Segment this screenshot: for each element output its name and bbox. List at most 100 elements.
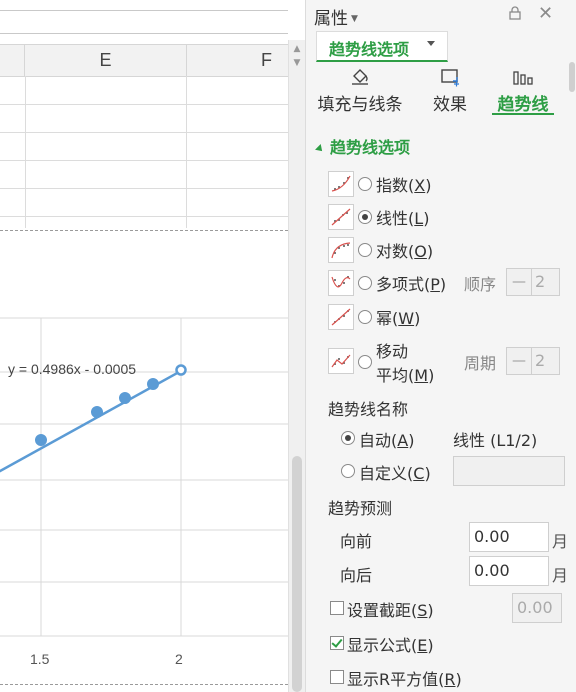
minus-icon[interactable]: —	[507, 269, 532, 295]
radio-auto-name[interactable]	[341, 431, 355, 445]
tab-fill-line[interactable]: 填充与线条	[312, 62, 408, 115]
spreadsheet-area[interactable]: E F y = 0.4986x - 0.0005 1.5 2	[0, 0, 288, 692]
order-stepper[interactable]: — 2	[506, 268, 560, 296]
chart-frame-bottom	[0, 684, 288, 685]
auto-name-option[interactable]: 自动(A)	[359, 427, 414, 451]
auto-name-value: 线性 (L1/2)	[453, 431, 538, 450]
forward-unit: 月	[552, 532, 569, 551]
show-r2-label: 显示R平方值	[347, 670, 439, 689]
intercept-checkbox[interactable]	[330, 601, 344, 615]
polynomial-trend-icon	[328, 270, 354, 296]
trendline-equation-label[interactable]: y = 0.4986x - 0.0005	[8, 361, 136, 377]
chevron-down-icon	[427, 41, 435, 46]
radio-polynomial[interactable]	[358, 276, 372, 290]
exponential-trend-icon	[328, 171, 354, 197]
forward-value: 0.00	[474, 527, 510, 546]
order-value: 2	[535, 272, 546, 291]
data-point	[35, 434, 47, 446]
lock-icon[interactable]	[508, 6, 522, 20]
minus-icon[interactable]: —	[507, 348, 532, 374]
data-point	[147, 378, 159, 390]
scroll-up-icon[interactable]: ▲	[291, 44, 303, 54]
backward-unit: 月	[552, 566, 569, 585]
section-title: 趋势线选项	[330, 138, 411, 157]
linear-trend-icon	[328, 204, 354, 230]
tab-effects-label: 效果	[433, 95, 467, 115]
auto-name-key: A	[397, 431, 409, 450]
radio-exponential[interactable]	[358, 177, 372, 191]
period-value: 2	[535, 351, 546, 370]
backward-input[interactable]: 0.00	[469, 556, 549, 586]
trend-type-exponential[interactable]: 指数(X)	[328, 169, 568, 197]
data-points	[35, 364, 187, 446]
pane-title[interactable]: 属性 ▼	[314, 4, 358, 29]
show-equation-label: 显示公式	[347, 636, 412, 655]
radio-linear[interactable]	[358, 210, 372, 224]
radio-logarithmic[interactable]	[358, 243, 372, 257]
show-equation-key: E	[417, 636, 428, 655]
pane-scrollbar-thumb[interactable]	[569, 62, 575, 92]
scroll-down-icon[interactable]: ▼	[291, 58, 303, 68]
auto-name-label: 自动	[359, 431, 392, 450]
trend-type-linear[interactable]: 线性(L)	[328, 202, 568, 230]
intercept-key: S	[417, 601, 428, 620]
polynomial-label: 多项式	[376, 275, 425, 294]
power-trend-icon	[328, 304, 354, 330]
forecast-heading: 趋势预测	[328, 499, 393, 518]
custom-name-key: C	[413, 464, 425, 483]
show-equation-option[interactable]: 显示公式(E)	[347, 632, 434, 656]
section-trendline-options[interactable]: 趋势线选项	[315, 134, 411, 158]
collapse-triangle-icon	[315, 143, 325, 154]
backward-value: 0.00	[474, 561, 510, 580]
intercept-option[interactable]: 设置截距(S)	[347, 597, 434, 621]
moving-average-trend-icon	[328, 348, 354, 374]
properties-pane: 属性 ▼ ✕ 趋势线选项 填充与线条 效果 趋势线 趋势线选项 指数(X) 线性…	[305, 0, 576, 692]
radio-moving-average[interactable]	[358, 355, 372, 369]
pane-title-text: 属性	[314, 9, 348, 29]
show-r2-checkbox[interactable]	[330, 670, 344, 684]
show-r2-option[interactable]: 显示R平方值(R)	[347, 666, 462, 690]
custom-name-option[interactable]: 自定义(C)	[359, 460, 431, 484]
data-point	[91, 406, 103, 418]
custom-name-input[interactable]	[453, 456, 565, 486]
power-label: 幂	[376, 309, 393, 328]
period-stepper[interactable]: — 2	[506, 347, 560, 375]
intercept-label: 设置截距	[347, 601, 412, 620]
data-point	[119, 392, 131, 404]
tab-trendline[interactable]: 趋势线	[492, 62, 554, 115]
x-tick-label: 2	[175, 651, 183, 667]
logarithmic-label: 对数	[376, 242, 409, 261]
tab-effects[interactable]: 效果	[422, 62, 478, 115]
paint-bucket-icon	[352, 69, 368, 85]
trend-type-moving-average[interactable]: 移动 平均(M) 周期 — 2	[328, 336, 568, 386]
period-label: 周期	[464, 354, 497, 373]
exponential-key: X	[414, 176, 426, 195]
linear-label: 线性	[376, 209, 409, 228]
radio-power[interactable]	[358, 310, 372, 324]
scatter-chart[interactable]	[0, 0, 288, 692]
options-dropdown-label: 趋势线选项	[329, 40, 410, 59]
show-equation-checkbox[interactable]	[330, 636, 344, 650]
moving-average-key: M	[414, 366, 429, 385]
exponential-label: 指数	[376, 176, 409, 195]
moving-average-label-line1: 移动	[376, 342, 409, 361]
trend-type-polynomial[interactable]: 多项式(P) 顺序 — 2	[328, 268, 568, 296]
tab-trendline-label: 趋势线	[497, 95, 549, 115]
chevron-down-icon: ▼	[351, 14, 358, 24]
forward-label: 向前	[340, 532, 373, 551]
close-icon[interactable]: ✕	[538, 3, 553, 24]
linear-key: L	[414, 209, 424, 228]
forward-input[interactable]: 0.00	[469, 522, 549, 552]
logarithmic-key: O	[414, 242, 427, 261]
x-tick-label: 1.5	[30, 651, 50, 667]
trend-type-power[interactable]: 幂(W)	[328, 302, 568, 330]
intercept-value: 0.00	[517, 598, 553, 617]
trendline-name-heading: 趋势线名称	[328, 400, 409, 419]
order-label: 顺序	[464, 275, 497, 294]
trend-type-logarithmic[interactable]: 对数(O)	[328, 235, 568, 263]
scrollbar-thumb[interactable]	[292, 456, 302, 692]
vertical-scrollbar[interactable]: ▲ ▼	[288, 40, 305, 692]
options-dropdown[interactable]: 趋势线选项	[316, 31, 448, 62]
intercept-input[interactable]: 0.00	[512, 593, 562, 623]
radio-custom-name[interactable]	[341, 464, 355, 478]
